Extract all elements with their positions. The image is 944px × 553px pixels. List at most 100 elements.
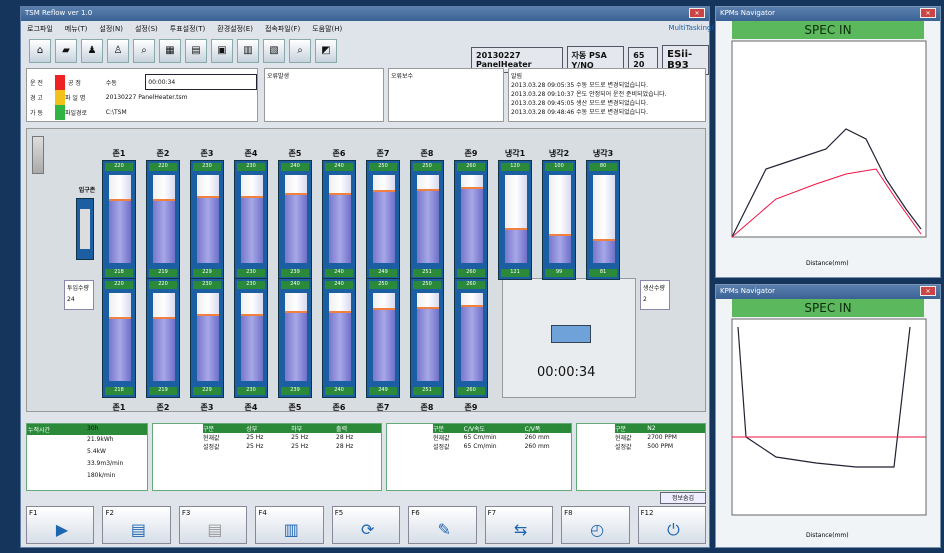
- zone-setpoint: 230: [193, 163, 221, 171]
- status-proc-value: 수동: [105, 79, 117, 87]
- f3-button[interactable]: F3 ▤: [178, 506, 248, 544]
- search-icon[interactable]: ⌕: [133, 39, 155, 63]
- machine-icon: ▤: [130, 520, 146, 539]
- zone-label: 존2: [156, 403, 170, 412]
- zone-heater[interactable]: 240 240: [322, 160, 356, 280]
- zone-heater[interactable]: 230 229: [190, 278, 224, 398]
- zone-heater[interactable]: 240 239: [278, 278, 312, 398]
- zone-level: [461, 305, 483, 381]
- zone-setpoint: 220: [149, 281, 177, 289]
- main-title-bar: TSM Reflow ver 1.0 ✕: [21, 7, 709, 21]
- close-button[interactable]: ✕: [920, 8, 936, 18]
- zone-marker: [329, 311, 351, 313]
- menu-file[interactable]: 로그파일: [27, 25, 53, 33]
- hz-head: 구분: [203, 426, 215, 433]
- zone-heater[interactable]: 80 81: [586, 160, 620, 280]
- lock-icon[interactable]: ▣: [211, 39, 233, 63]
- f6-button[interactable]: F6 ✎: [408, 506, 477, 544]
- zone-label: 냉각2: [548, 149, 570, 158]
- f12-button[interactable]: F12 ⏻: [637, 506, 706, 544]
- zone-level: [373, 308, 395, 381]
- input-count-value: 24: [67, 296, 75, 303]
- zone-heater[interactable]: 220 219: [146, 160, 180, 280]
- f2-button[interactable]: F2 ▤: [102, 506, 171, 544]
- zone-heater[interactable]: 230 230: [234, 160, 268, 280]
- menu-settings-s[interactable]: 설정(S): [135, 25, 158, 33]
- zone-heater[interactable]: 240 240: [322, 278, 356, 398]
- zone-label: 존9: [464, 403, 478, 412]
- hz-cell: 25 Hz: [291, 434, 309, 441]
- warn-lamp: [55, 89, 65, 105]
- hz-panel: 구분 상부 하부 출력 현재값 25 Hz 25 Hz 28 Hz 설정값 25 Hz 25 H…: [152, 423, 382, 491]
- chart-icon[interactable]: ▤: [185, 39, 207, 63]
- menu-settings-n[interactable]: 설정(N): [99, 25, 123, 33]
- zone-heater[interactable]: 260 260: [454, 160, 488, 280]
- tower-lamp: [32, 136, 44, 174]
- zone-marker: [549, 234, 571, 236]
- menu-env[interactable]: 환경설정(E): [217, 25, 253, 33]
- zone-label: 존8: [420, 403, 434, 412]
- menu-view[interactable]: 메뉴(T): [65, 25, 88, 33]
- zone-heater[interactable]: 220 218: [102, 278, 136, 398]
- cm-head: C/V속도: [463, 426, 486, 433]
- zone-heater[interactable]: 250 249: [366, 278, 400, 398]
- zone-level: [109, 199, 131, 263]
- image-icon[interactable]: ◩: [315, 39, 337, 63]
- close-button[interactable]: ✕: [689, 8, 705, 18]
- machine-gray-icon: ▤: [207, 520, 223, 539]
- zone-setpoint: 220: [105, 163, 133, 171]
- f7-button[interactable]: F7 ⇆: [484, 506, 554, 544]
- f1-button[interactable]: F1 ▶: [26, 506, 95, 544]
- zoom-icon[interactable]: ⌕: [289, 39, 311, 63]
- zone-marker: [285, 193, 307, 195]
- close-button[interactable]: ✕: [920, 286, 936, 296]
- grid-icon[interactable]: ▦: [159, 39, 181, 63]
- hz-head: 출력: [336, 426, 348, 433]
- zone-setpoint: 250: [369, 163, 397, 171]
- report-icon[interactable]: ▧: [263, 39, 285, 63]
- zone-heater[interactable]: 220 219: [146, 278, 180, 398]
- counter-value: 180k/min: [87, 472, 116, 479]
- home-icon[interactable]: ⌂: [29, 39, 51, 63]
- counter-value: 5.4kW: [87, 448, 106, 455]
- zone-heater[interactable]: 230 229: [190, 160, 224, 280]
- f4-button[interactable]: F4 ▥: [255, 506, 324, 544]
- zone-level: [285, 193, 307, 263]
- folder-icon[interactable]: ▰: [55, 39, 77, 63]
- zone-heater[interactable]: 250 249: [366, 160, 400, 280]
- menu-vote[interactable]: 투표설정(T): [170, 25, 206, 33]
- zone-value: 230: [237, 387, 265, 395]
- window-icon[interactable]: ▥: [237, 39, 259, 63]
- zone-label: 존4: [244, 149, 258, 158]
- zone-marker: [593, 239, 615, 241]
- zone-heater[interactable]: 250 251: [410, 160, 444, 280]
- zone-heater[interactable]: 250 251: [410, 278, 444, 398]
- user-icon[interactable]: ♟: [81, 39, 103, 63]
- hz-head: 하부: [291, 426, 303, 433]
- zone-level: [329, 311, 351, 381]
- maintenance-panel: 오류보수: [388, 68, 504, 122]
- zone-value: 240: [325, 387, 353, 395]
- zone-heater[interactable]: 220 218: [102, 160, 136, 280]
- zone-heater[interactable]: 100 99: [542, 160, 576, 280]
- run-lamp: [55, 74, 65, 90]
- zone-heater[interactable]: 260 260: [454, 278, 488, 398]
- f5-button[interactable]: F5 ⟳: [331, 506, 401, 544]
- zone-label: 존6: [332, 403, 346, 412]
- log-title: 알림: [511, 73, 523, 80]
- zone-setpoint: 220: [105, 281, 133, 289]
- zone-heater[interactable]: 240 239: [278, 160, 312, 280]
- n2-cell: 2700 PPM: [647, 434, 677, 441]
- zone-level: [417, 307, 439, 381]
- zone-setpoint: 240: [325, 281, 353, 289]
- zone-heater[interactable]: 230 230: [234, 278, 268, 398]
- person-icon[interactable]: ♙: [107, 39, 129, 63]
- timer-panel: 00:00:34: [502, 278, 636, 398]
- zone-label: 냉각3: [592, 149, 614, 158]
- info-hide-button[interactable]: 정보숨김: [660, 492, 706, 504]
- menu-help[interactable]: 도움말(H): [312, 25, 342, 33]
- menu-access[interactable]: 접속파일(F): [265, 25, 300, 33]
- f8-button[interactable]: F8 ◴: [561, 506, 630, 544]
- status-run-label: 운 전: [30, 79, 43, 87]
- zone-heater[interactable]: 120 121: [498, 160, 532, 280]
